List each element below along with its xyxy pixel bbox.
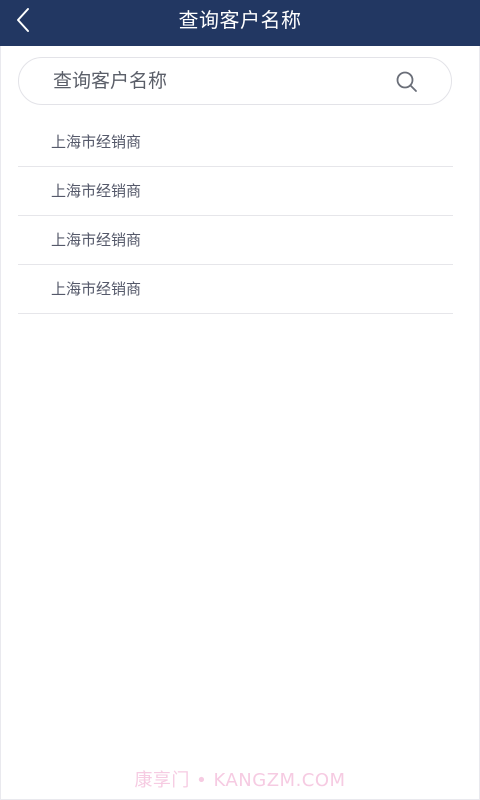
page-title: 查询客户名称 xyxy=(178,8,302,32)
watermark: 康享门 • KANGZM.COM xyxy=(134,770,346,791)
customer-name: 上海市经销商 xyxy=(51,231,142,249)
list-item[interactable]: 上海市经销商 xyxy=(18,265,453,314)
customer-name: 上海市经销商 xyxy=(51,280,142,298)
search-bar[interactable] xyxy=(18,57,452,105)
list-item[interactable]: 上海市经销商 xyxy=(18,167,453,216)
search-input[interactable] xyxy=(53,58,383,104)
search-icon[interactable] xyxy=(395,70,419,94)
customer-name: 上海市经销商 xyxy=(51,133,142,151)
list-item[interactable]: 上海市经销商 xyxy=(18,118,453,167)
customer-result-list: 上海市经销商 上海市经销商 上海市经销商 上海市经销商 xyxy=(18,118,453,314)
customer-name: 上海市经销商 xyxy=(51,182,142,200)
top-nav-bar: 查询客户名称 xyxy=(0,0,480,46)
list-item[interactable]: 上海市经销商 xyxy=(18,216,453,265)
